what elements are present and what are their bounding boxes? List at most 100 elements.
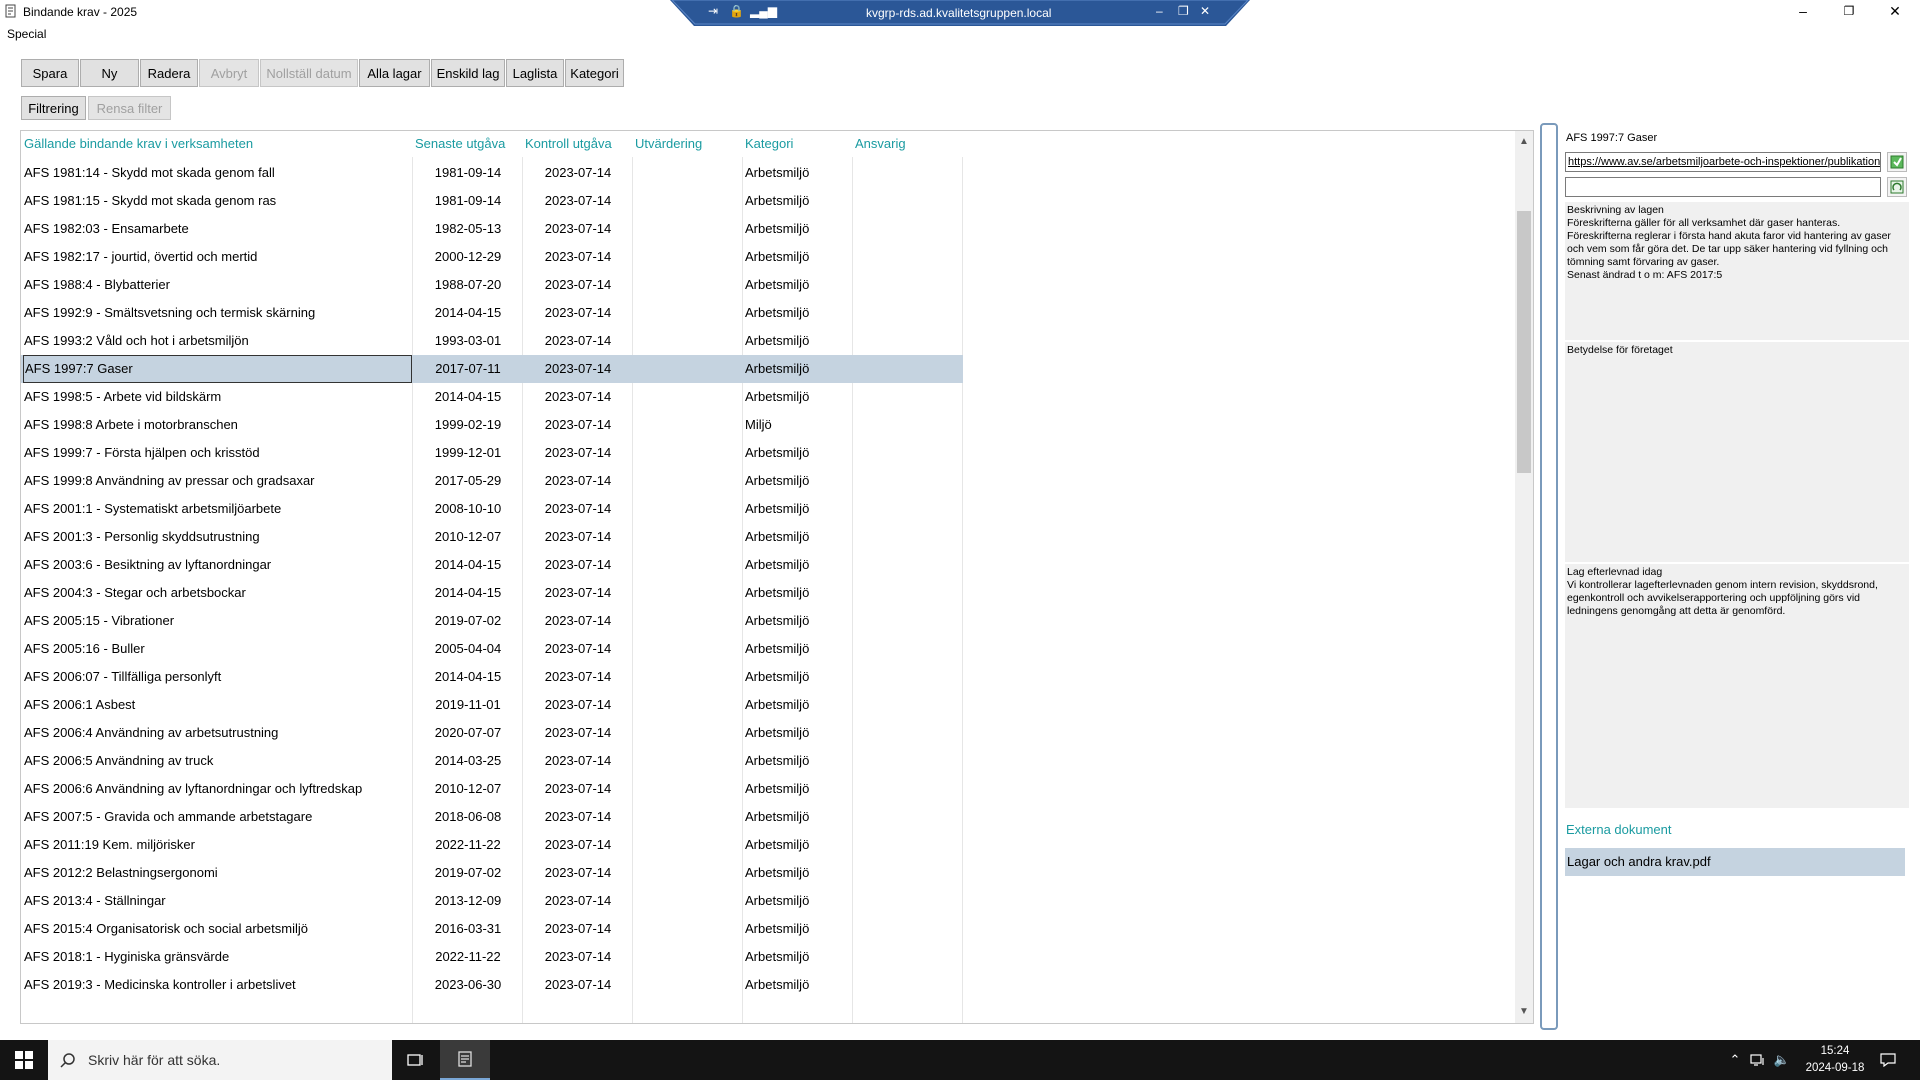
taskbar-clock[interactable]: 15:24 2024-09-18 <box>1790 1043 1880 1077</box>
cell-evaluation[interactable] <box>633 299 743 327</box>
cell-requirement[interactable]: AFS 2018:1 - Hyginiska gränsvärde <box>24 943 410 971</box>
cell-requirement[interactable]: AFS 1992:9 - Smältsvetsning och termisk … <box>24 299 410 327</box>
cell-category[interactable]: Arbetsmiljö <box>743 383 853 411</box>
cell-category[interactable]: Arbetsmiljö <box>743 887 853 915</box>
minimize-button[interactable]: – <box>1780 0 1826 22</box>
cell-latest-edition[interactable]: 2018-06-08 <box>413 803 523 831</box>
cell-category[interactable]: Arbetsmiljö <box>743 523 853 551</box>
cell-category[interactable]: Arbetsmiljö <box>743 467 853 495</box>
cell-responsible[interactable] <box>853 775 963 803</box>
cell-latest-edition[interactable]: 2023-06-30 <box>413 971 523 999</box>
cell-requirement[interactable]: AFS 2019:3 - Medicinska kontroller i arb… <box>24 971 410 999</box>
cell-category[interactable]: Miljö <box>743 411 853 439</box>
cell-responsible[interactable] <box>853 719 963 747</box>
cell-check-edition[interactable]: 2023-07-14 <box>523 523 633 551</box>
cell-responsible[interactable] <box>853 215 963 243</box>
cell-responsible[interactable] <box>853 271 963 299</box>
table-row[interactable]: AFS 1993:2 Våld och hot i arbetsmiljön 19… <box>21 327 963 355</box>
cell-requirement[interactable]: AFS 2005:15 - Vibrationer <box>24 607 410 635</box>
cell-responsible[interactable] <box>853 243 963 271</box>
cell-latest-edition[interactable]: 2014-04-15 <box>413 663 523 691</box>
cell-responsible[interactable] <box>853 803 963 831</box>
cell-evaluation[interactable] <box>633 159 743 187</box>
table-row[interactable]: AFS 1988:4 - Blybatterier 1988-07-20 2023-… <box>21 271 963 299</box>
header-requirement[interactable]: Gällande bindande krav i verksamheten <box>24 136 253 151</box>
cell-latest-edition[interactable]: 2014-03-25 <box>413 747 523 775</box>
cell-requirement[interactable]: AFS 2001:1 - Systematiskt arbetsmiljöarb… <box>24 495 410 523</box>
compliance-box[interactable]: Lag efterlevnad idag Vi kontrollerar lag… <box>1565 564 1909 808</box>
company-significance-box[interactable]: Betydelse för företaget <box>1565 342 1909 562</box>
volume-icon[interactable]: 🔈 <box>1772 1040 1792 1080</box>
cell-category[interactable]: Arbetsmiljö <box>743 579 853 607</box>
header-latest-edition[interactable]: Senaste utgåva <box>415 136 505 151</box>
table-row[interactable]: AFS 1982:03 - Ensamarbete 1982-05-13 2023-… <box>21 215 963 243</box>
cell-check-edition[interactable]: 2023-07-14 <box>523 159 633 187</box>
cell-requirement[interactable]: AFS 1981:14 - Skydd mot skada genom fall <box>24 159 410 187</box>
taskbar-search[interactable]: Skriv här för att söka. <box>48 1040 392 1080</box>
cell-requirement[interactable]: AFS 1993:2 Våld och hot i arbetsmiljön <box>24 327 410 355</box>
table-row[interactable]: AFS 1999:8 Användning av pressar och gra… <box>21 467 963 495</box>
cell-latest-edition[interactable]: 1999-02-19 <box>413 411 523 439</box>
cell-category[interactable]: Arbetsmiljö <box>743 215 853 243</box>
cell-category[interactable]: Arbetsmiljö <box>743 803 853 831</box>
cell-check-edition[interactable]: 2023-07-14 <box>523 859 633 887</box>
cell-latest-edition[interactable]: 2014-04-15 <box>413 551 523 579</box>
cell-evaluation[interactable] <box>633 747 743 775</box>
refresh-icon[interactable] <box>1887 177 1907 197</box>
cell-latest-edition[interactable]: 2008-10-10 <box>413 495 523 523</box>
cell-category[interactable]: Arbetsmiljö <box>743 551 853 579</box>
table-row[interactable]: AFS 1982:17 - jourtid, övertid och merti… <box>21 243 963 271</box>
all-laws-button[interactable]: Alla lagar <box>359 59 430 87</box>
cell-requirement[interactable]: AFS 1999:8 Användning av pressar och gra… <box>24 467 410 495</box>
tray-chevron-up-icon[interactable]: ⌃ <box>1726 1040 1744 1080</box>
cell-check-edition[interactable]: 2023-07-14 <box>523 439 633 467</box>
cell-latest-edition[interactable]: 1988-07-20 <box>413 271 523 299</box>
cell-requirement[interactable]: AFS 1997:7 Gaser <box>23 355 412 383</box>
table-row[interactable]: AFS 1981:15 - Skydd mot skada genom ras 1… <box>21 187 963 215</box>
cell-latest-edition[interactable]: 1993-03-01 <box>413 327 523 355</box>
category-button[interactable]: Kategori <box>565 59 624 87</box>
cell-check-edition[interactable]: 2023-07-14 <box>523 691 633 719</box>
cell-evaluation[interactable] <box>633 495 743 523</box>
cell-evaluation[interactable] <box>633 635 743 663</box>
cell-responsible[interactable] <box>853 439 963 467</box>
cell-check-edition[interactable]: 2023-07-14 <box>523 831 633 859</box>
cell-evaluation[interactable] <box>633 663 743 691</box>
cell-evaluation[interactable] <box>633 187 743 215</box>
grid-scrollbar[interactable]: ▲ ▼ <box>1515 131 1533 1023</box>
cell-check-edition[interactable]: 2023-07-14 <box>523 327 633 355</box>
header-category[interactable]: Kategori <box>745 136 793 151</box>
cell-latest-edition[interactable]: 2005-04-04 <box>413 635 523 663</box>
cell-responsible[interactable] <box>853 327 963 355</box>
header-responsible[interactable]: Ansvarig <box>855 136 906 151</box>
cell-evaluation[interactable] <box>633 691 743 719</box>
rds-restore-icon[interactable]: ❐ <box>1178 4 1189 18</box>
scroll-thumb[interactable] <box>1517 211 1531 473</box>
cell-requirement[interactable]: AFS 2006:07 - Tillfälliga personlyft <box>24 663 410 691</box>
cell-category[interactable]: Arbetsmiljö <box>743 327 853 355</box>
cell-latest-edition[interactable]: 2014-04-15 <box>413 383 523 411</box>
cell-check-edition[interactable]: 2023-07-14 <box>523 355 633 383</box>
cell-requirement[interactable]: AFS 1981:15 - Skydd mot skada genom ras <box>24 187 410 215</box>
cell-requirement[interactable]: AFS 1998:8 Arbete i motorbranschen <box>24 411 410 439</box>
table-row[interactable]: AFS 1999:7 - Första hjälpen och krisstöd… <box>21 439 963 467</box>
law-list-button[interactable]: Laglista <box>506 59 564 87</box>
cell-responsible[interactable] <box>853 383 963 411</box>
cell-responsible[interactable] <box>853 663 963 691</box>
cell-check-edition[interactable]: 2023-07-14 <box>523 411 633 439</box>
cell-latest-edition[interactable]: 2019-07-02 <box>413 607 523 635</box>
table-row[interactable]: AFS 2011:19 Kem. miljörisker 2022-11-22 20… <box>21 831 963 859</box>
cell-requirement[interactable]: AFS 1988:4 - Blybatterier <box>24 271 410 299</box>
table-row[interactable]: AFS 2001:3 - Personlig skyddsutrustning 2… <box>21 523 963 551</box>
cell-requirement[interactable]: AFS 2015:4 Organisatorisk och social arb… <box>24 915 410 943</box>
cell-category[interactable]: Arbetsmiljö <box>743 299 853 327</box>
cell-latest-edition[interactable]: 2014-04-15 <box>413 299 523 327</box>
save-button[interactable]: Spara <box>21 59 79 87</box>
cell-category[interactable]: Arbetsmiljö <box>743 607 853 635</box>
cell-requirement[interactable]: AFS 2003:6 - Besiktning av lyftanordning… <box>24 551 410 579</box>
cell-evaluation[interactable] <box>633 607 743 635</box>
cell-responsible[interactable] <box>853 495 963 523</box>
cell-requirement[interactable]: AFS 1999:7 - Första hjälpen och krisstöd <box>24 439 410 467</box>
cell-requirement[interactable]: AFS 2005:16 - Buller <box>24 635 410 663</box>
cell-responsible[interactable] <box>853 579 963 607</box>
